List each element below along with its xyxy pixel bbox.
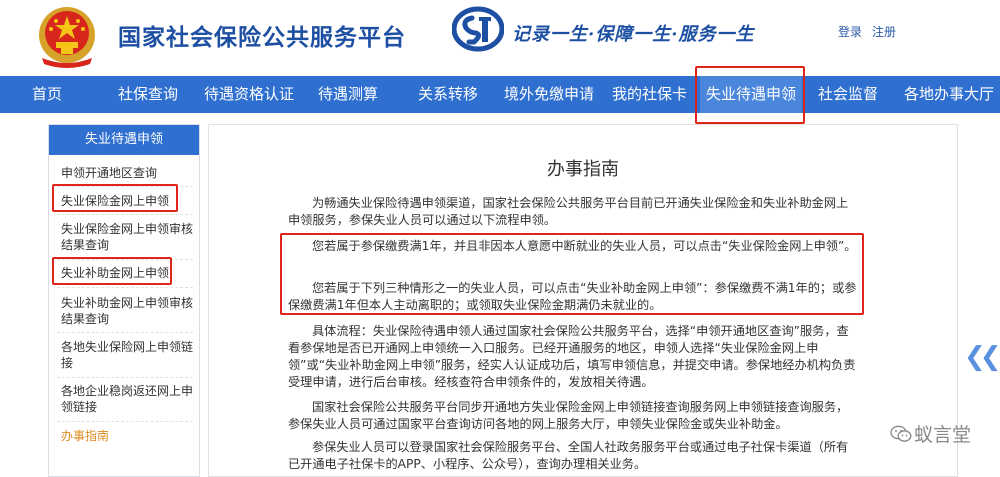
main-nav: 首页 社保查询 待遇资格认证 待遇测算 关系转移 境外免缴申请 我的社保卡 失业… xyxy=(0,76,1000,113)
watermark: 蚁言堂 xyxy=(890,420,971,447)
slogan: 记录一生·保障一生·服务一生 xyxy=(512,24,755,45)
sidebar-divider xyxy=(57,332,193,333)
sidebar-item-local-links[interactable]: 各地失业保险网上申领链接 xyxy=(61,339,195,371)
site-title: 国家社会保险公共服务平台 xyxy=(118,25,406,51)
sidebar-divider xyxy=(57,186,193,187)
guide-paragraph-subsidy: 您若属于下列三种情形之一的失业人员，可以点击“失业补助金网上申领”：参保缴费不满… xyxy=(288,281,857,312)
nav-item-home[interactable]: 首页 xyxy=(32,76,62,113)
sidebar-item-job-stability-links[interactable]: 各地企业稳岗返还网上申领链接 xyxy=(61,383,195,415)
guide-paragraph-channels: 参保失业人员可以登录国家社会保险服务平台、全国人社政务服务平台或通过电子社保卡渠… xyxy=(288,440,849,471)
top-links: 登录 注册 xyxy=(838,23,906,40)
sidebar-divider xyxy=(57,214,193,215)
nav-item-benefit-calc[interactable]: 待遇测算 xyxy=(318,76,378,113)
nav-item-insurance-query[interactable]: 社保查询 xyxy=(118,76,178,113)
sidebar-item-guide[interactable]: 办事指南 xyxy=(61,428,195,444)
sidebar-divider xyxy=(57,287,193,288)
sidebar: 失业待遇申领 申领开通地区查询 失业保险金网上申领 失业保险金网上申领审核结果查… xyxy=(48,124,200,477)
guide-paragraph-insurance: 您若属于参保缴费满1年，并且非因本人意愿中断就业的失业人员，可以点击“失业保险金… xyxy=(312,239,857,253)
national-emblem-icon xyxy=(39,7,95,68)
nav-item-my-card[interactable]: 我的社保卡 xyxy=(612,76,687,113)
nav-item-qualification-auth[interactable]: 待遇资格认证 xyxy=(204,76,294,113)
page-title: 办事指南 xyxy=(547,159,619,180)
guide-paragraph-process: 具体流程：失业保险待遇申领人通过国家社会保险公共服务平台，选择“申领开通地区查询… xyxy=(288,324,856,389)
sidebar-item-subsidy-review[interactable]: 失业补助金网上申领审核结果查询 xyxy=(61,295,195,327)
sidebar-item-insurance-apply[interactable]: 失业保险金网上申领 xyxy=(61,193,195,209)
sidebar-divider xyxy=(57,421,193,422)
wechat-icon xyxy=(890,425,912,442)
watermark-text: 蚁言堂 xyxy=(914,424,972,446)
guide-paragraph-intro: 为畅通失业保险待遇申领渠道，国家社会保险公共服务平台目前已开通失业保险金和失业补… xyxy=(288,196,849,227)
login-link[interactable]: 登录 xyxy=(838,25,862,39)
sidebar-item-insurance-review[interactable]: 失业保险金网上申领审核结果查询 xyxy=(61,221,195,253)
sidebar-title: 失业待遇申领 xyxy=(49,125,199,155)
nav-item-transfer[interactable]: 关系转移 xyxy=(418,76,478,113)
register-link[interactable]: 注册 xyxy=(872,25,896,39)
nav-item-supervision[interactable]: 社会监督 xyxy=(818,76,878,113)
nav-item-overseas-exemption[interactable]: 境外免缴申请 xyxy=(504,76,594,113)
social-insurance-logo-icon xyxy=(452,6,504,52)
sidebar-divider xyxy=(57,377,193,378)
sidebar-item-region-query[interactable]: 申领开通地区查询 xyxy=(61,165,195,181)
nav-item-unemployment-benefits[interactable]: 失业待遇申领 xyxy=(700,76,803,113)
sidebar-item-subsidy-apply[interactable]: 失业补助金网上申领 xyxy=(61,265,195,281)
sidebar-divider xyxy=(57,259,193,260)
guide-paragraph-link-query: 国家社会保险公共服务平台同步开通地方失业保险金网上申领链接查询服务网上申领链接查… xyxy=(288,400,849,431)
double-chevron-left-icon[interactable]: ❮❮ xyxy=(964,342,1000,372)
nav-item-local-halls[interactable]: 各地办事大厅 xyxy=(904,76,994,113)
site-header: 国家社会保险公共服务平台 记录一生·保障一生·服务一生 登录 注册 xyxy=(0,0,1000,76)
